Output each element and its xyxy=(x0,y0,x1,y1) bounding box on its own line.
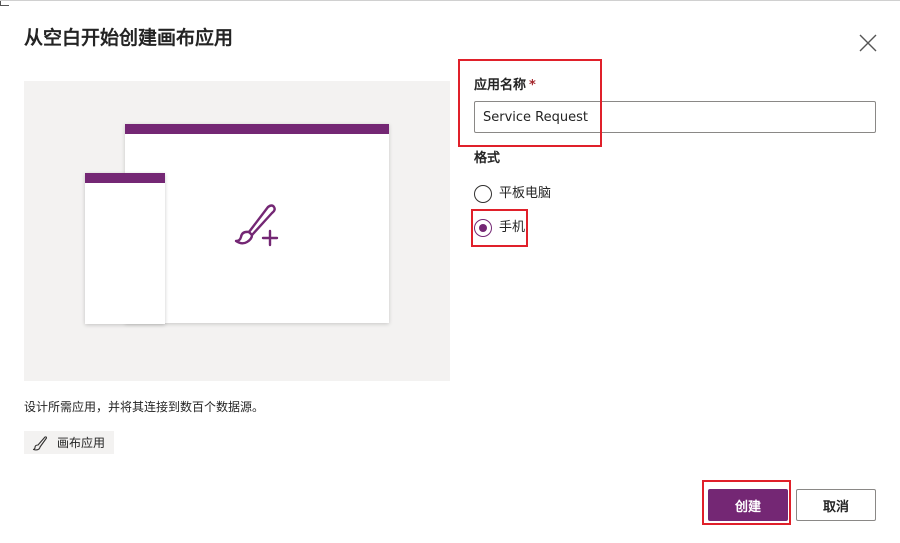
phone-window-header xyxy=(85,173,165,183)
tablet-window-header xyxy=(125,124,389,134)
radio-phone-label: 手机 xyxy=(499,220,526,235)
cancel-button[interactable]: 取消 xyxy=(796,489,876,521)
create-canvas-app-dialog: 从空白开始创建画布应用 设计所需应用，并将其连接到数百个数据源。 画布应用 应用… xyxy=(0,0,900,543)
brush-icon xyxy=(32,435,48,450)
radio-tablet[interactable] xyxy=(474,185,492,203)
canvas-app-tag-label: 画布应用 xyxy=(57,436,106,450)
format-label: 格式 xyxy=(474,151,501,166)
brush-plus-icon xyxy=(234,204,279,247)
app-preview-illustration xyxy=(24,81,450,381)
format-option-phone[interactable]: 手机 xyxy=(474,219,525,237)
close-icon xyxy=(859,34,877,52)
preview-description: 设计所需应用，并将其连接到数百个数据源。 xyxy=(24,400,265,414)
create-button[interactable]: 创建 xyxy=(708,489,788,521)
radio-selected-dot xyxy=(479,224,487,232)
canvas-app-tag: 画布应用 xyxy=(24,431,115,454)
radio-phone[interactable] xyxy=(474,219,492,237)
window-corner-mark xyxy=(0,1,9,6)
app-name-label-text: 应用名称 xyxy=(474,78,527,93)
dialog-title: 从空白开始创建画布应用 xyxy=(24,27,234,49)
radio-tablet-label: 平板电脑 xyxy=(499,186,552,201)
format-option-tablet[interactable]: 平板电脑 xyxy=(474,185,551,203)
app-name-input[interactable] xyxy=(474,101,876,133)
required-marker: * xyxy=(529,78,536,93)
phone-window-illustration xyxy=(85,173,165,324)
app-name-label: 应用名称 * xyxy=(474,77,536,95)
close-button[interactable] xyxy=(856,31,880,55)
